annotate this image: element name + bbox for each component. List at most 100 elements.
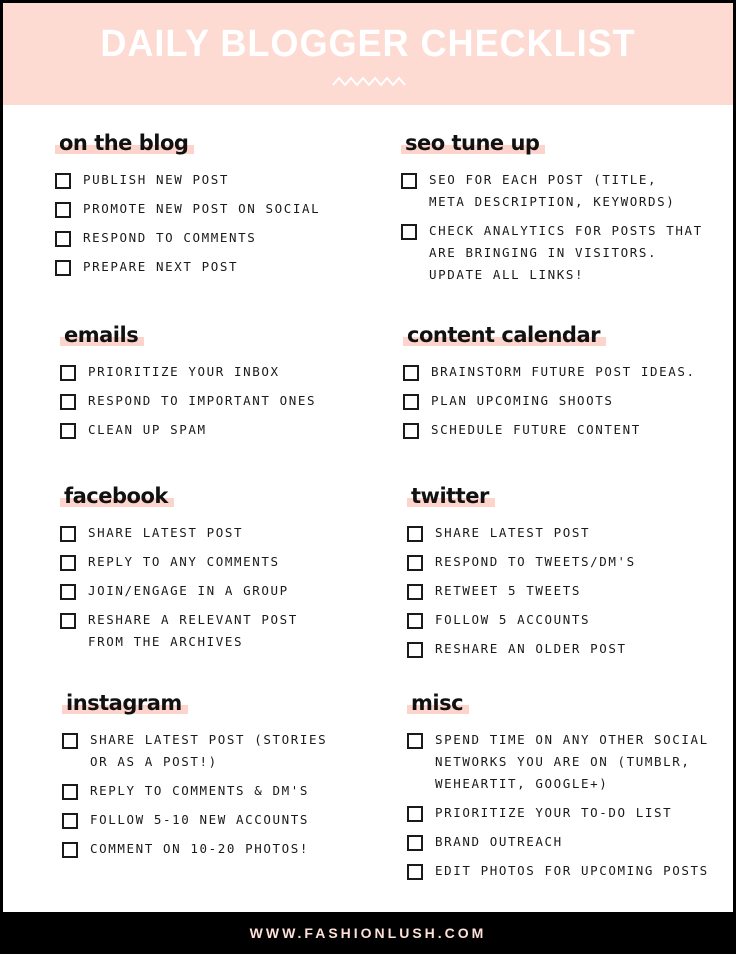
checkbox[interactable] (407, 835, 423, 851)
item-label: COMMENT ON 10-20 PHOTOS! (90, 841, 310, 856)
section-title-text: facebook (64, 484, 168, 508)
checkbox[interactable] (407, 806, 423, 822)
checkbox[interactable] (62, 842, 78, 858)
checkbox[interactable] (60, 555, 76, 571)
checklist-item[interactable]: CHECK ANALYTICS FOR POSTS THAT ARE BRING… (401, 223, 703, 286)
section-title-text: seo tune up (405, 131, 540, 155)
checklist-item[interactable]: PRIORITIZE YOUR INBOX (60, 364, 316, 383)
checklist-item[interactable]: PRIORITIZE YOUR TO-DO LIST (407, 805, 709, 824)
checkbox[interactable] (62, 733, 78, 749)
checkbox[interactable] (60, 394, 76, 410)
checklist-sheet: DAILY BLOGGER CHECKLIST on the blog PUBLI… (3, 3, 733, 912)
checklist-item[interactable]: BRAINSTORM FUTURE POST IDEAS. (403, 364, 696, 383)
checklist-item[interactable]: RESPOND TO TWEETS/DM'S (407, 554, 636, 573)
item-label: RESPOND TO COMMENTS (83, 230, 257, 245)
checklist-item[interactable]: REPLY TO ANY COMMENTS (60, 554, 298, 573)
checklist: SHARE LATEST POST RESPOND TO TWEETS/DM'S R… (407, 525, 636, 660)
checklist-item[interactable]: SCHEDULE FUTURE CONTENT (403, 422, 696, 441)
checklist-item[interactable]: SHARE LATEST POST (STORIES OR AS A POST!… (62, 732, 327, 773)
checkbox[interactable] (55, 260, 71, 276)
checkbox[interactable] (407, 584, 423, 600)
item-label: RESHARE AN OLDER POST (435, 641, 627, 656)
checklist: SEO FOR EACH POST (TITLE, META DESCRIPTI… (401, 172, 703, 286)
checkbox[interactable] (403, 394, 419, 410)
checklist-item[interactable]: JOIN/ENGAGE IN A GROUP (60, 583, 298, 602)
item-label: SHARE LATEST POST (88, 525, 244, 540)
checkbox[interactable] (62, 784, 78, 800)
checklist-item[interactable]: BRAND OUTREACH (407, 834, 709, 853)
checklist-item[interactable]: CLEAN UP SPAM (60, 422, 316, 441)
checklist-item[interactable]: RETWEET 5 TWEETS (407, 583, 636, 602)
checklist: PRIORITIZE YOUR INBOX RESPOND TO IMPORTAN… (60, 364, 316, 441)
checkbox[interactable] (403, 423, 419, 439)
checklist-item[interactable]: RESHARE AN OLDER POST (407, 641, 636, 660)
item-label: SHARE LATEST POST (STORIES OR AS A POST!… (90, 732, 328, 769)
checklist-item[interactable]: REPLY TO COMMENTS & DM'S (62, 783, 327, 802)
checklist-item[interactable]: RESPOND TO COMMENTS (55, 230, 320, 249)
item-label: CLEAN UP SPAM (88, 422, 207, 437)
section-emails: emails PRIORITIZE YOUR INBOX RESPOND TO IM… (60, 323, 316, 452)
checklist-item[interactable]: RESPOND TO IMPORTANT ONES (60, 393, 316, 412)
item-label: FOLLOW 5 ACCOUNTS (435, 612, 591, 627)
checklist-item[interactable]: FOLLOW 5-10 NEW ACCOUNTS (62, 812, 327, 831)
section-title: misc (407, 691, 470, 715)
checkbox[interactable] (407, 733, 423, 749)
section-title-text: instagram (66, 691, 182, 715)
checklist: PUBLISH NEW POST PROMOTE NEW POST ON SOCI… (55, 172, 320, 278)
section-title-text: twitter (411, 484, 489, 508)
checklist-item[interactable]: PREPARE NEXT POST (55, 259, 320, 278)
item-label: PUBLISH NEW POST (83, 172, 230, 187)
checklist-item[interactable]: PUBLISH NEW POST (55, 172, 320, 191)
checklist: SPEND TIME ON ANY OTHER SOCIAL NETWORKS … (407, 732, 709, 882)
checklist-item[interactable]: PROMOTE NEW POST ON SOCIAL (55, 201, 320, 220)
section-title: seo tune up (401, 131, 546, 155)
checkbox[interactable] (60, 584, 76, 600)
item-label: PREPARE NEXT POST (83, 259, 239, 274)
checkbox[interactable] (60, 423, 76, 439)
section-title: twitter (407, 484, 495, 508)
item-label: EDIT PHOTOS FOR UPCOMING POSTS (435, 863, 709, 878)
checkbox[interactable] (401, 224, 417, 240)
checklist-item[interactable]: RESHARE A RELEVANT POST FROM THE ARCHIVE… (60, 612, 298, 653)
item-label: SEO FOR EACH POST (TITLE, META DESCRIPTI… (429, 172, 676, 209)
item-label: BRAINSTORM FUTURE POST IDEAS. (431, 364, 696, 379)
checkbox[interactable] (60, 526, 76, 542)
checklist-item[interactable]: SHARE LATEST POST (60, 525, 298, 544)
item-label: PLAN UPCOMING SHOOTS (431, 393, 614, 408)
section-title: emails (60, 323, 145, 347)
checkbox[interactable] (407, 555, 423, 571)
checklist-item[interactable]: SPEND TIME ON ANY OTHER SOCIAL NETWORKS … (407, 732, 709, 795)
checklist-item[interactable]: COMMENT ON 10-20 PHOTOS! (62, 841, 327, 860)
checkbox[interactable] (401, 173, 417, 189)
checkbox[interactable] (407, 864, 423, 880)
checkbox[interactable] (55, 173, 71, 189)
checkbox[interactable] (407, 642, 423, 658)
checkbox[interactable] (407, 613, 423, 629)
checkbox[interactable] (407, 526, 423, 542)
section-title: content calendar (403, 323, 606, 347)
zigzag-divider-icon (332, 76, 406, 87)
checklist-item[interactable]: FOLLOW 5 ACCOUNTS (407, 612, 636, 631)
checkbox[interactable] (60, 613, 76, 629)
item-label: PRIORITIZE YOUR INBOX (88, 364, 280, 379)
checkbox[interactable] (403, 365, 419, 381)
item-label: RESPOND TO IMPORTANT ONES (88, 393, 317, 408)
section-twitter: twitter SHARE LATEST POST RESPOND TO TWEET… (407, 484, 636, 671)
checklist-item[interactable]: SHARE LATEST POST (407, 525, 636, 544)
item-label: REPLY TO COMMENTS & DM'S (90, 783, 310, 798)
item-label: SCHEDULE FUTURE CONTENT (431, 422, 641, 437)
section-title: instagram (62, 691, 188, 715)
checkbox[interactable] (62, 813, 78, 829)
checklist-item[interactable]: SEO FOR EACH POST (TITLE, META DESCRIPTI… (401, 172, 703, 213)
checklist-item[interactable]: PLAN UPCOMING SHOOTS (403, 393, 696, 412)
checklist-item[interactable]: EDIT PHOTOS FOR UPCOMING POSTS (407, 863, 709, 882)
checkbox[interactable] (60, 365, 76, 381)
section-title: on the blog (55, 131, 195, 155)
checklist: SHARE LATEST POST REPLY TO ANY COMMENTS JO… (60, 525, 298, 653)
item-label: CHECK ANALYTICS FOR POSTS THAT ARE BRING… (429, 223, 703, 282)
checkbox[interactable] (55, 231, 71, 247)
item-label: RESHARE A RELEVANT POST FROM THE ARCHIVE… (88, 612, 298, 649)
item-label: PROMOTE NEW POST ON SOCIAL (83, 201, 321, 216)
checkbox[interactable] (55, 202, 71, 218)
item-label: REPLY TO ANY COMMENTS (88, 554, 280, 569)
